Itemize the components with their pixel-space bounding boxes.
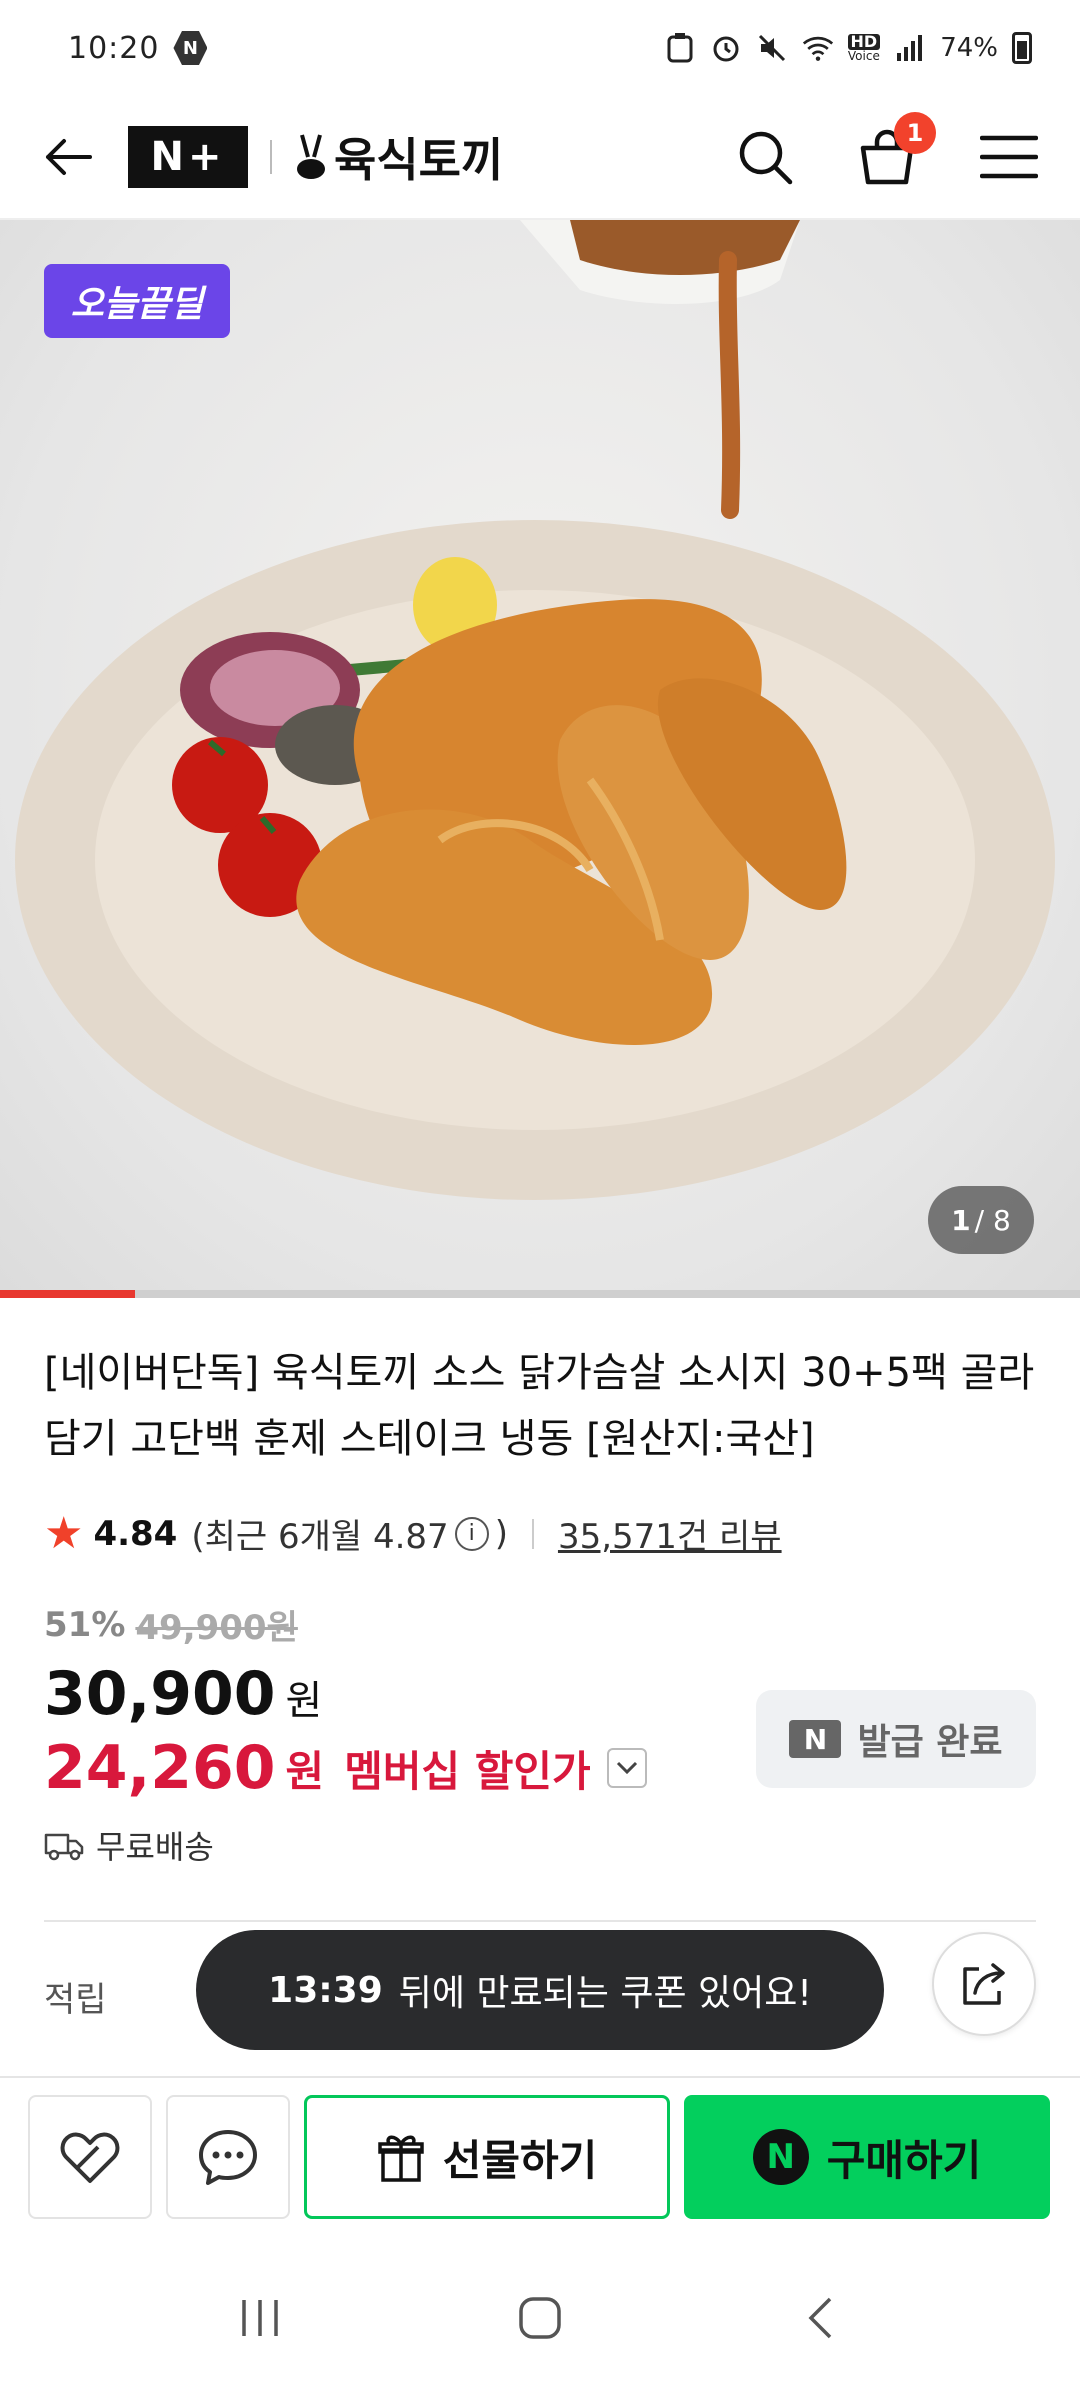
chat-bubble-icon (199, 2130, 257, 2185)
share-icon (963, 1963, 1005, 2005)
system-back-icon (808, 2297, 832, 2339)
section-divider (44, 1920, 1036, 1922)
search-icon (739, 131, 793, 185)
hd-voice-icon: HD Voice (847, 34, 881, 63)
system-back-button[interactable] (780, 2278, 860, 2358)
wishlist-button[interactable] (28, 2095, 152, 2219)
share-button[interactable] (932, 1932, 1036, 2036)
purchase-action-bar: 선물하기 N 구매하기 (0, 2076, 1080, 2236)
membership-price-label: 멤버십 할인가 (344, 1746, 591, 1796)
recent-apps-icon (242, 2300, 278, 2336)
membership-price-row: 24,260 원 멤버십 할인가 (44, 1733, 647, 1803)
signal-icon (894, 32, 926, 64)
status-time: 10:20 (68, 30, 160, 66)
price-block: 51% 49,900원 30,900 원 24,260 원 멤버십 할인가 (44, 1600, 647, 1803)
toast-time: 13:39 (268, 1969, 383, 2011)
image-pager: 1 / 8 (928, 1186, 1034, 1254)
naver-pay-icon: N (752, 2129, 809, 2185)
product-image-carousel[interactable]: 오늘끝딜 1 / 8 (0, 220, 1080, 1290)
gift-button-label: 선물하기 (442, 2135, 598, 2185)
menu-button[interactable] (978, 126, 1040, 188)
naver-coupon-icon: N (789, 1720, 842, 1758)
recent-apps-button[interactable] (220, 2278, 300, 2358)
alarm-icon (710, 32, 742, 64)
naver-plus-logo[interactable]: N+ (128, 126, 248, 188)
pager-current: 1 (951, 1203, 971, 1237)
sale-price-unit: 원 (285, 1678, 323, 1724)
battery-percent: 74% (940, 33, 998, 63)
coupon-issued-label: 발급 완료 (857, 1722, 1003, 1763)
store-brand[interactable]: 육식토끼 (294, 124, 503, 190)
coupon-issued-button[interactable]: N 발급 완료 (756, 1690, 1036, 1788)
membership-price-unit: 원 (285, 1746, 325, 1796)
star-icon: ★ (44, 1508, 84, 1559)
naver-notification-icon: N (173, 31, 208, 65)
membership-details-toggle[interactable] (606, 1748, 647, 1788)
original-price: 49,900원 (135, 1608, 298, 1648)
back-arrow-icon (46, 139, 92, 175)
points-label: 적립 (44, 1980, 107, 2020)
recent-rating: (최근 6개월 4.87 (191, 1517, 449, 1557)
truck-icon (44, 1833, 84, 1861)
status-bar: 10:20 N HD Voice 74% (0, 0, 1080, 96)
product-title: [네이버단독] 육식토끼 소스 닭가슴살 소시지 30+5팩 골라담기 고단백 … (44, 1350, 1035, 1462)
buy-button[interactable]: N 구매하기 (684, 2095, 1050, 2219)
buy-button-label: 구매하기 (826, 2135, 982, 2185)
system-navigation-bar (0, 2236, 1080, 2400)
shipping-row: 무료배송 (44, 1822, 214, 1868)
talk-talk-button[interactable] (166, 2095, 290, 2219)
carousel-progress-bar (0, 1290, 1080, 1298)
hd-label: HD (847, 34, 881, 50)
battery-icon (1012, 32, 1032, 64)
search-button[interactable] (734, 126, 796, 188)
cart-count-badge: 1 (894, 112, 936, 154)
rating-row: ★ 4.84 (최근 6개월 4.87 i ) 35,571건 리뷰 (44, 1508, 782, 1559)
todays-deal-badge: 오늘끝딜 (44, 264, 230, 338)
mute-icon (756, 32, 788, 64)
app-header: N+ 육식토끼 1 (0, 96, 1080, 220)
wifi-icon (802, 32, 834, 64)
heart-icon (60, 2132, 120, 2183)
shipping-label: 무료배송 (96, 1828, 214, 1866)
cart-button[interactable]: 1 (856, 112, 936, 188)
discount-rate: 51% (44, 1604, 126, 1645)
pager-total: / 8 (974, 1203, 1011, 1237)
recycle-notification-icon (664, 32, 696, 64)
carousel-progress-fill (0, 1290, 135, 1298)
info-icon[interactable]: i (454, 1516, 489, 1551)
hamburger-menu-icon (980, 135, 1038, 179)
sale-price-row: 30,900 원 (44, 1659, 647, 1729)
discount-row: 51% 49,900원 (44, 1600, 647, 1649)
toast-message: 뒤에 만료되는 쿠폰 있어요! (398, 1973, 812, 2014)
coupon-expiry-toast: 13:39 뒤에 만료되는 쿠폰 있어요! (196, 1930, 884, 2050)
status-icons: HD Voice 74% (664, 32, 1032, 64)
review-count-link[interactable]: 35,571건 리뷰 (558, 1509, 782, 1558)
home-icon (519, 2297, 561, 2339)
rating-score: 4.84 (93, 1513, 178, 1554)
product-photo (15, 220, 1055, 1200)
sale-price: 30,900 (44, 1659, 276, 1729)
voice-label: Voice (847, 49, 880, 63)
membership-price: 24,260 (44, 1733, 276, 1803)
gift-icon (377, 2135, 424, 2182)
store-brand-name: 육식토끼 (334, 133, 504, 187)
header-divider (270, 140, 272, 174)
home-button[interactable] (500, 2278, 580, 2358)
rating-divider (531, 1518, 534, 1549)
back-button[interactable] (40, 129, 96, 185)
rabbit-logo-icon (297, 134, 325, 179)
recent-rating-close: ) (494, 1513, 508, 1554)
gift-button[interactable]: 선물하기 (304, 2095, 670, 2219)
chevron-down-icon (616, 1761, 637, 1775)
